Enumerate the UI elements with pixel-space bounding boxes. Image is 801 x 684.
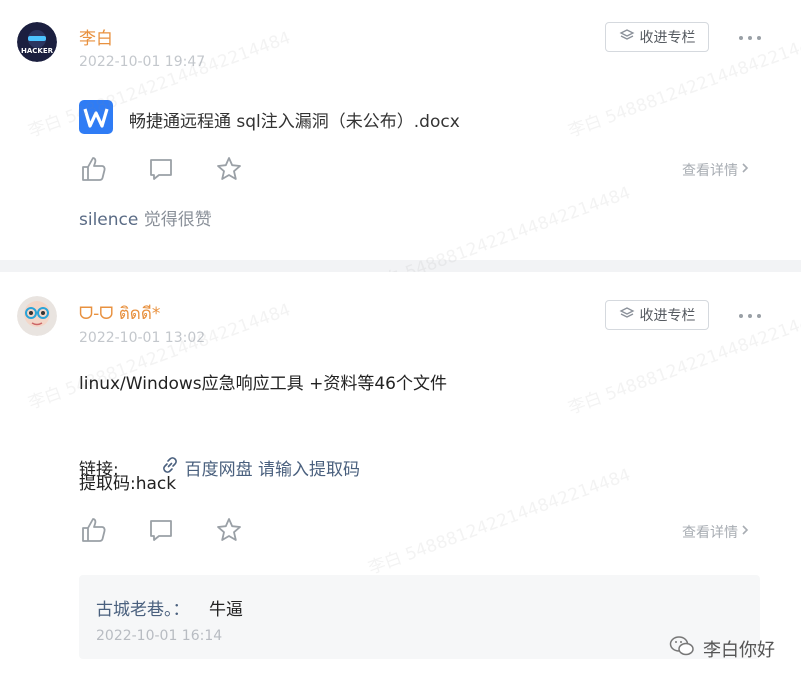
- subscribe-label: 收进专栏: [639, 30, 696, 46]
- author-name[interactable]: 李白: [79, 24, 113, 49]
- comment-author[interactable]: 古城老巷。：: [96, 595, 190, 620]
- post-time: 2022-10-01 13:02: [79, 330, 206, 346]
- star-icon[interactable]: [215, 516, 243, 544]
- post-divider: [0, 260, 801, 272]
- post-card: ᗜ-ᗜ ติดดี* 2022-10-01 13:02 收进专栏 linux/W…: [0, 272, 801, 684]
- view-details-link[interactable]: 查看详情: [682, 160, 749, 180]
- view-details-label: 查看详情: [682, 163, 738, 179]
- post-card: HACKER 李白 2022-10-01 19:47 收进专栏 畅捷通远程通 s…: [0, 0, 801, 297]
- word-doc-icon: [79, 100, 113, 138]
- liker-name[interactable]: silence: [79, 210, 138, 230]
- post-body-line: linux/Windows应急响应工具 +资料等46个文件: [79, 374, 447, 394]
- comment-time: 2022-10-01 16:14: [96, 628, 223, 644]
- avatar-logo-text: HACKER: [21, 47, 54, 55]
- like-icon[interactable]: [79, 516, 107, 544]
- attachment-file[interactable]: 畅捷通远程通 sql注入漏洞（未公布）.docx: [79, 100, 460, 138]
- view-details-link[interactable]: 查看详情: [682, 522, 749, 542]
- chevron-right-icon: [741, 524, 749, 540]
- liked-by-line: silence 觉得很赞: [79, 205, 212, 230]
- avatar[interactable]: [17, 296, 57, 336]
- star-icon[interactable]: [215, 155, 243, 183]
- comment-icon[interactable]: [147, 516, 175, 544]
- subscribe-column-button[interactable]: 收进专栏: [605, 300, 709, 330]
- watermark-text: 李白 5488812422144842214484: [365, 465, 634, 579]
- stack-icon: [619, 28, 635, 46]
- view-details-label: 查看详情: [682, 525, 738, 541]
- author-name[interactable]: ᗜ-ᗜ ติดดี*: [79, 300, 160, 327]
- action-bar: [79, 155, 243, 183]
- wechat-icon: [669, 635, 695, 662]
- brand-watermark: 李白你好: [669, 635, 775, 662]
- post-time: 2022-10-01 19:47: [79, 54, 206, 70]
- stack-icon: [619, 306, 635, 324]
- comment-text: 牛逼: [209, 600, 243, 620]
- subscribe-column-button[interactable]: 收进专栏: [605, 22, 709, 52]
- avatar[interactable]: HACKER: [17, 22, 57, 62]
- brand-text: 李白你好: [703, 639, 775, 661]
- baidu-pan-link[interactable]: 百度网盘 请输入提取码: [185, 455, 360, 480]
- comment-icon[interactable]: [147, 155, 175, 183]
- comment-item: 古城老巷。： 牛逼 2022-10-01 16:14: [79, 575, 760, 659]
- subscribe-label: 收进专栏: [639, 308, 696, 324]
- more-options-icon[interactable]: [738, 26, 762, 46]
- extract-code-line: 提取码:hack: [79, 474, 177, 494]
- chevron-right-icon: [741, 162, 749, 178]
- action-bar: [79, 516, 243, 544]
- like-icon[interactable]: [79, 155, 107, 183]
- more-options-icon[interactable]: [738, 304, 762, 324]
- file-name: 畅捷通远程通 sql注入漏洞（未公布）.docx: [129, 111, 460, 132]
- liked-suffix: 觉得很赞: [138, 210, 212, 230]
